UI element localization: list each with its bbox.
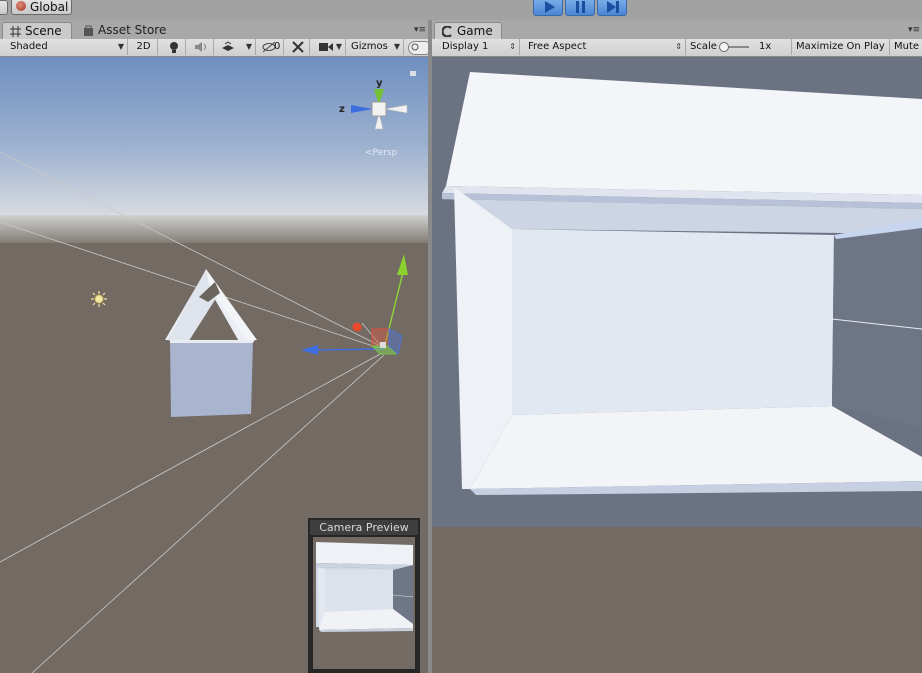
maximize-on-play-label: Maximize On Play [796,41,885,52]
camera-settings-dropdown[interactable]: ▼ [314,39,346,55]
chevron-down-icon: ▼ [393,42,400,51]
scale-value: 1x [759,41,772,52]
tools-icon [292,41,304,53]
mute-audio-toggle[interactable]: Mute [892,39,922,55]
pause-icon [576,1,585,13]
camera-preview-window: Camera Preview [308,518,420,673]
grid-icon [10,26,21,37]
tab-scene-label: Scene [25,24,62,38]
tab-game-label: Game [457,24,493,38]
hidden-count: 0 [274,41,281,52]
scene-visibility-toggle[interactable]: 0 [258,39,284,55]
globe-icon [16,1,26,11]
top-toolbar: Global [0,0,922,18]
game-tab-row: Game ▾≡ [432,20,922,40]
effects-icon [222,41,234,51]
shopping-bag-icon [84,25,93,36]
shading-mode-label: Shaded [10,41,48,52]
step-button[interactable] [597,0,627,16]
axis-label-z: z [339,104,345,115]
shading-mode-dropdown[interactable]: Shaded ▼ [0,39,128,55]
axis-label-y: y [376,78,383,89]
tab-game[interactable]: Game [434,22,502,39]
camera-preview-title: Camera Preview [310,520,418,535]
tab-scene[interactable]: Scene [2,22,72,39]
tab-asset-store[interactable]: Asset Store [76,22,176,39]
play-icon [545,1,555,13]
lightbulb-icon [170,42,178,53]
light-gizmo [91,291,107,307]
scale-slider-thumb[interactable] [718,42,729,52]
lock-icon [410,71,416,76]
panel-menu-icon[interactable]: ▾≡ [414,26,426,35]
lighting-toggle-button[interactable] [162,39,186,55]
gizmos-label: Gizmos [351,41,388,52]
game-controller-icon [442,26,452,37]
2d-toggle-button[interactable]: 2D [130,39,158,55]
game-viewport [432,57,922,673]
video-camera-icon [319,43,333,51]
aspect-label: Free Aspect [528,41,587,52]
maximize-on-play-toggle[interactable]: Maximize On Play [794,39,890,55]
tab-asset-store-label: Asset Store [98,23,167,37]
mute-audio-label: Mute [894,41,920,52]
scale-control: Scale 1x [688,39,792,55]
game-options-bar: Display 1 ⇕ Free Aspect ⇕ Scale 1x Maxim… [432,39,922,57]
aspect-dropdown[interactable]: Free Aspect ⇕ [522,39,686,55]
speaker-icon [195,42,206,52]
projection-label: <Persp [365,148,398,158]
global-toggle-button[interactable]: Global [11,0,72,15]
search-icon [411,43,419,51]
play-button[interactable] [533,0,563,16]
pivot-toggle-button[interactable] [0,0,8,15]
scale-slider[interactable] [718,42,749,52]
chevron-down-icon: ▼ [245,42,252,51]
chevron-down-icon: ▼ [117,42,124,51]
display-label: Display 1 [442,41,489,52]
scene-options-bar: Shaded ▼ 2D ▼ 0 ▼ Gizmos ▼ [0,39,432,57]
global-label: Global [30,0,69,14]
chevron-up-down-icon: ⇕ [675,42,682,51]
chevron-up-down-icon: ⇕ [509,42,516,51]
game-view[interactable] [432,57,922,673]
scale-label: Scale [690,41,717,52]
panel-menu-icon[interactable]: ▾≡ [908,26,920,35]
pause-button[interactable] [565,0,595,16]
display-dropdown[interactable]: Display 1 ⇕ [432,39,520,55]
scene-tab-row: Scene Asset Store ▾≡ [0,20,428,40]
gizmos-dropdown[interactable]: Gizmos ▼ [348,39,404,55]
step-icon [607,1,619,13]
chevron-down-icon: ▼ [335,42,342,51]
camera-preview-view [313,537,415,669]
tools-toggle-button[interactable] [286,39,310,55]
effects-dropdown[interactable]: ▼ [216,39,256,55]
2d-label: 2D [136,41,151,52]
audio-toggle-button[interactable] [188,39,214,55]
